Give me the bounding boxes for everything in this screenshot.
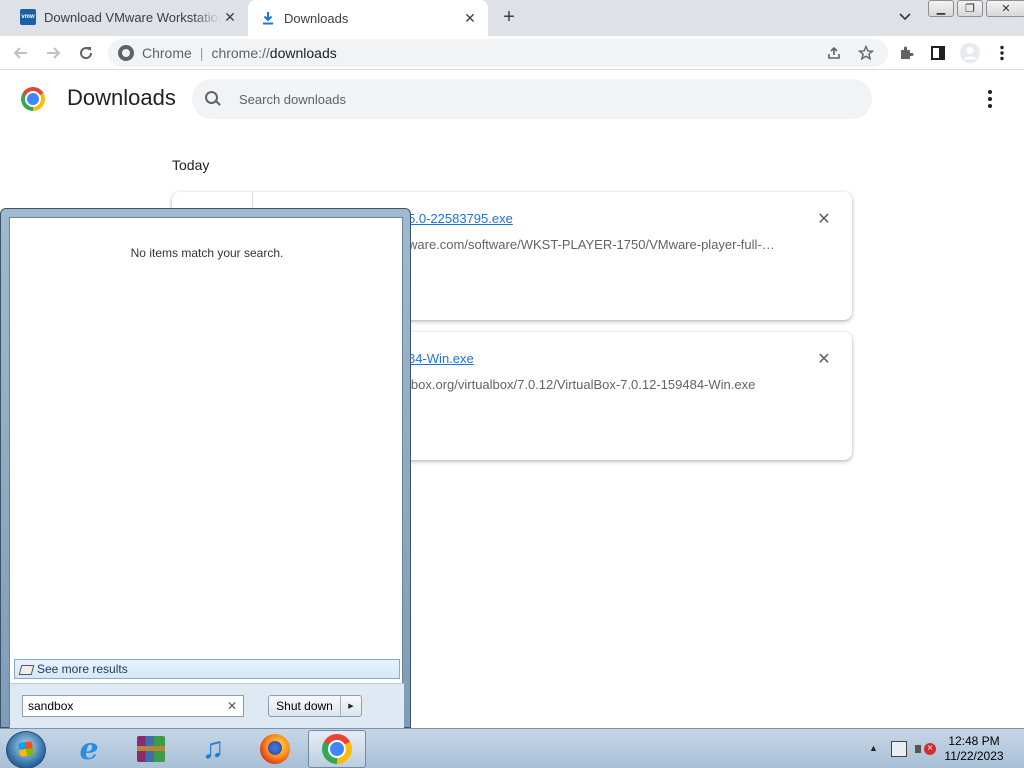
chevron-down-icon[interactable]: [896, 8, 914, 26]
volume-muted-icon[interactable]: [915, 741, 936, 757]
tab-title: Download VMware Workstation Pro: [44, 9, 220, 25]
close-icon[interactable]: ✕: [460, 8, 480, 28]
tab-downloads[interactable]: Downloads ✕: [248, 0, 488, 36]
start-search-field[interactable]: sandbox ✕: [22, 695, 244, 717]
reload-icon[interactable]: [74, 41, 98, 65]
minimize-button[interactable]: ▁: [928, 0, 954, 17]
search-icon: [205, 91, 221, 107]
browser-menu-icon[interactable]: [990, 41, 1014, 65]
close-icon[interactable]: ✕: [220, 7, 240, 27]
back-icon[interactable]: [9, 41, 33, 65]
internet-explorer-icon[interactable]: e: [60, 730, 118, 768]
show-hidden-icons-icon[interactable]: ▲: [869, 743, 878, 753]
page-title: Downloads: [67, 85, 176, 110]
separator: |: [199, 45, 204, 61]
url-host: downloads: [269, 45, 337, 61]
start-menu-footer: sandbox ✕ Shut down ▶: [10, 683, 404, 729]
section-header: Today: [172, 157, 210, 173]
url-scheme: chrome://: [211, 45, 270, 61]
remove-icon[interactable]: ✕: [814, 349, 834, 369]
shutdown-button[interactable]: Shut down ▶: [268, 695, 362, 717]
network-icon[interactable]: [891, 741, 907, 757]
no-results-message: No items match your search.: [130, 246, 284, 260]
window-close-button[interactable]: ✕: [986, 0, 1024, 17]
vmware-icon: vmw: [20, 9, 36, 25]
side-panel-icon[interactable]: [926, 41, 950, 65]
taskbar: e ♫ ▲ 12:48 PM 11/22/2023: [0, 728, 1024, 768]
download-url[interactable]: ware.com/software/WKST-PLAYER-1750/VMwar…: [408, 237, 778, 252]
tab-title: Downloads: [284, 10, 349, 26]
search-results-pane: No items match your search. See more res…: [9, 217, 404, 729]
shutdown-options-arrow-icon[interactable]: ▶: [341, 702, 361, 710]
search-results-icon: [19, 662, 33, 676]
see-more-label: See more results: [37, 662, 128, 676]
start-button[interactable]: [6, 731, 46, 768]
download-icon: [260, 10, 276, 26]
new-tab-button[interactable]: +: [498, 6, 520, 28]
bookmark-star-icon[interactable]: [854, 41, 878, 65]
browser-toolbar: Chrome | chrome://downloads: [0, 36, 1024, 70]
downloads-search[interactable]: [192, 79, 872, 119]
download-file-link[interactable]: 5.0-22583795.exe: [408, 211, 513, 226]
chrome-logo-icon: [21, 87, 45, 111]
site-label: Chrome: [142, 45, 192, 61]
profile-avatar[interactable]: [958, 41, 982, 65]
download-url[interactable]: lbox.org/virtualbox/7.0.12/VirtualBox-7.…: [408, 377, 788, 392]
extensions-icon[interactable]: [894, 41, 918, 65]
restore-button[interactable]: ❐: [957, 0, 983, 17]
see-more-results-button[interactable]: See more results: [14, 659, 400, 679]
itunes-icon[interactable]: ♫: [184, 730, 242, 768]
chrome-icon[interactable]: [308, 730, 366, 768]
tab-vmware[interactable]: vmw Download VMware Workstation Pro ✕: [8, 0, 248, 34]
forward-icon[interactable]: [41, 41, 65, 65]
clock-date: 11/22/2023: [944, 749, 1004, 763]
address-bar[interactable]: Chrome | chrome://downloads: [108, 39, 888, 67]
start-menu: No items match your search. See more res…: [0, 208, 411, 729]
shutdown-label[interactable]: Shut down: [269, 696, 341, 716]
download-file-link[interactable]: 84-Win.exe: [408, 351, 474, 366]
chrome-site-icon: [118, 45, 134, 61]
winrar-icon[interactable]: [122, 730, 180, 768]
search-input[interactable]: [239, 91, 739, 107]
clock-time: 12:48 PM: [948, 734, 1000, 748]
remove-icon[interactable]: ✕: [814, 209, 834, 229]
more-menu-icon[interactable]: [980, 88, 1000, 110]
start-search-value[interactable]: sandbox: [28, 699, 225, 713]
share-icon[interactable]: [822, 41, 846, 65]
firefox-icon[interactable]: [246, 730, 304, 768]
system-clock[interactable]: 12:48 PM 11/22/2023: [940, 734, 1008, 764]
clear-search-icon[interactable]: ✕: [225, 699, 239, 713]
tab-strip: vmw Download VMware Workstation Pro ✕ Do…: [0, 0, 1024, 36]
window-controls: ▁ ❐ ✕: [928, 0, 1024, 17]
